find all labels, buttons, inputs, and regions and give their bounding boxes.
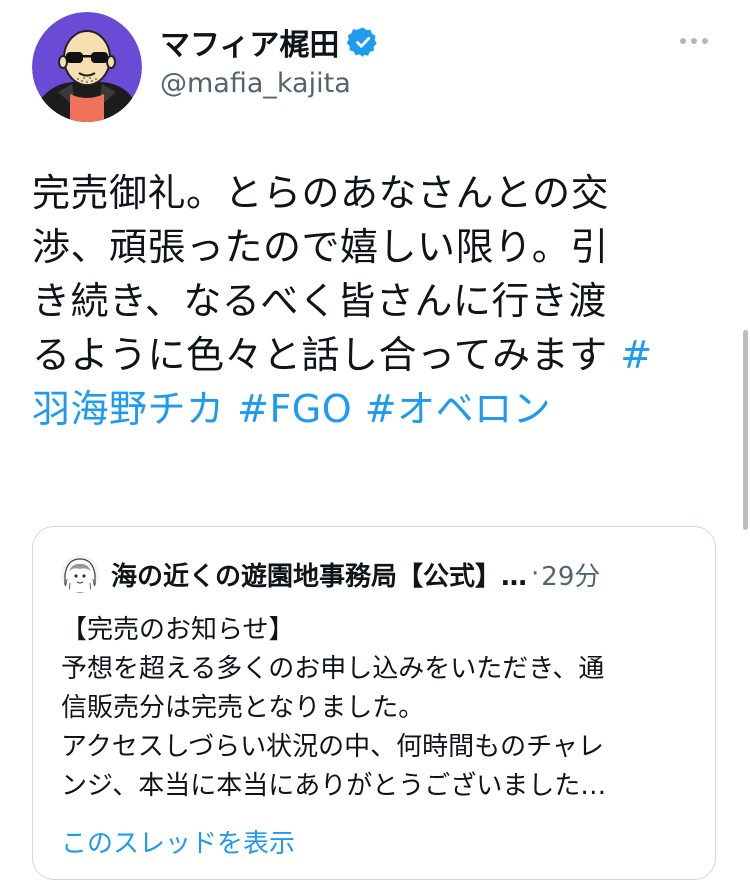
quoted-tweet-card[interactable]: 海の近くの遊園地事務局【公式】… · 29分 【完売のお知らせ】予想を超える多く… — [32, 526, 716, 880]
hashtag-link[interactable]: 羽海野チカ — [32, 387, 225, 431]
quoted-tweet-header: 海の近くの遊園地事務局【公式】… · 29分 — [61, 555, 600, 593]
hashtag-link[interactable]: #オベロン — [365, 387, 551, 431]
tweet-view: マフィア梶田 @mafia_kajita 完売御礼。とらのあなさんとの交 渉、頑張… — [0, 0, 750, 896]
more-horizontal-icon[interactable] — [674, 26, 714, 56]
tweet-text-line: るように色々と話し合ってみます # — [32, 328, 722, 382]
quoted-tweet-text: 【完売のお知らせ】予想を超える多くのお申し込みをいただき、通 信販売分は完売となり… — [61, 611, 701, 806]
tweet-text-line: き続き、なるべく皆さんに行き渡 — [32, 274, 722, 328]
scrollbar[interactable] — [743, 330, 748, 530]
quoted-timestamp[interactable]: 29分 — [541, 556, 600, 593]
quoted-author-name[interactable]: 海の近くの遊園地事務局【公式】… — [111, 556, 527, 593]
tweet-text-segment: き続き、なるべく皆さんに行き渡 — [32, 279, 607, 323]
tweet-text: 完売御礼。とらのあなさんとの交 渉、頑張ったので嬉しい限り。引 き続き、なるべく皆さ… — [32, 166, 722, 436]
tweet-text-line: 完売御礼。とらのあなさんとの交 — [32, 166, 722, 220]
quoted-text-line: 予想を超える多くのお申し込みをいただき、通 — [61, 654, 605, 684]
author-display-name[interactable]: マフィア梶田 — [160, 20, 339, 64]
quoted-text-line: 【完売のお知らせ】 — [61, 615, 295, 645]
verified-badge-icon — [347, 26, 379, 58]
author-info: マフィア梶田 @mafia_kajita — [160, 22, 379, 99]
quoted-text-line: ンジ、本当に本当にありがとうございました… — [61, 771, 607, 801]
quoted-separator: · — [531, 559, 540, 589]
quoted-text-line: アクセスしづらい状況の中、何時間ものチャレ — [61, 732, 604, 762]
hashtag-link[interactable]: # — [620, 333, 652, 377]
avatar-cartoon-man-sunglasses-icon — [32, 12, 142, 122]
author-handle[interactable]: @mafia_kajita — [160, 68, 379, 99]
tweet-text-segment — [352, 387, 365, 431]
author-avatar[interactable] — [32, 12, 142, 122]
tweet-text-segment — [225, 387, 238, 431]
avatar-manga-character-icon[interactable] — [61, 555, 99, 593]
show-thread-link[interactable]: このスレッドを表示 — [61, 823, 295, 860]
tweet-text-line: 渉、頑張ったので嬉しい限り。引 — [32, 220, 722, 274]
quoted-text-line: 信販売分は完売となりました。 — [61, 693, 425, 723]
tweet-text-segment: 完売御礼。とらのあなさんとの交 — [32, 171, 610, 215]
hashtag-link[interactable]: #FGO — [237, 387, 352, 431]
tweet-text-segment: 渉、頑張ったので嬉しい限り。引 — [32, 225, 609, 269]
author-name-row: マフィア梶田 — [160, 20, 379, 64]
tweet-text-line: 羽海野チカ #FGO #オベロン — [32, 382, 722, 436]
tweet-text-segment: るように色々と話し合ってみます — [32, 333, 621, 377]
